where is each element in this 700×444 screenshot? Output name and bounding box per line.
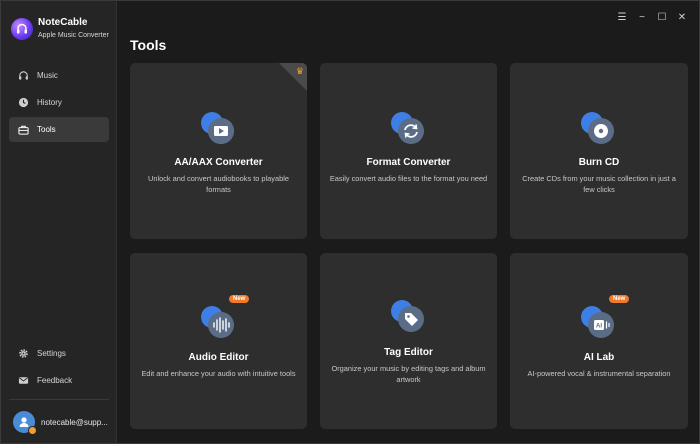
- tool-card-aa-aax-converter[interactable]: ♛ AA/AAX Converter Unlock and convert au…: [130, 63, 307, 239]
- new-badge: New: [229, 295, 250, 303]
- brand: NoteCable Apple Music Converter: [11, 15, 109, 43]
- ai-icon: AI: [579, 303, 619, 343]
- account-email: notecable@supp...: [41, 417, 108, 427]
- crown-icon: ♛: [295, 66, 304, 76]
- tool-card-ai-lab[interactable]: AI New AI Lab AI-powered vocal & instrum…: [510, 253, 688, 429]
- new-badge: New: [609, 295, 630, 303]
- convert-arrows-icon: [389, 109, 429, 149]
- sidebar-item-label: Tools: [37, 125, 56, 134]
- tool-card-format-converter[interactable]: Format Converter Easily convert audio fi…: [320, 63, 497, 239]
- sidebar-item-label: Music: [37, 71, 58, 80]
- menu-icon[interactable]: ☰: [613, 9, 631, 25]
- gear-icon: [17, 348, 29, 360]
- svg-text:AI: AI: [596, 324, 602, 330]
- tool-description: Easily convert audio files to the format…: [329, 174, 488, 183]
- tag-icon: [389, 297, 429, 337]
- tool-card-tag-editor[interactable]: Tag Editor Organize your music by editin…: [320, 253, 497, 429]
- sidebar-item-history[interactable]: History: [9, 90, 109, 115]
- app-name: NoteCable: [38, 17, 88, 28]
- page-title: Tools: [130, 37, 167, 53]
- tool-description: Create CDs from your music collection in…: [522, 174, 676, 194]
- toolbox-icon: [17, 124, 29, 136]
- sidebar-divider: [9, 399, 109, 400]
- disc-icon: [579, 109, 619, 149]
- sidebar: NoteCable Apple Music Converter Music Hi…: [1, 1, 117, 443]
- app-subtitle: Apple Music Converter: [38, 32, 109, 39]
- tool-title: AI Lab: [583, 352, 615, 363]
- sidebar-item-label: History: [37, 98, 62, 107]
- sidebar-nav: Music History Tools: [9, 63, 109, 144]
- tool-title: Tag Editor: [384, 347, 433, 358]
- minimize-button[interactable]: −: [633, 9, 651, 25]
- maximize-button[interactable]: ☐: [653, 9, 671, 25]
- sidebar-item-music[interactable]: Music: [9, 63, 109, 88]
- sidebar-item-feedback[interactable]: Feedback: [9, 368, 109, 393]
- mail-icon: [17, 375, 29, 387]
- app-window: NoteCable Apple Music Converter Music Hi…: [0, 0, 700, 444]
- tool-title: Audio Editor: [188, 352, 249, 363]
- app-logo-icon: [11, 18, 33, 40]
- sidebar-bottom: Settings Feedback: [9, 341, 109, 395]
- waveform-icon: [199, 303, 239, 343]
- window-controls: ☰ − ☐ ✕: [613, 9, 691, 25]
- play-video-icon: [199, 109, 239, 149]
- tool-description: AI-powered vocal & instrumental separati…: [527, 369, 671, 378]
- sidebar-item-tools[interactable]: Tools: [9, 117, 109, 142]
- tool-description: Unlock and convert audiobooks to playabl…: [148, 174, 289, 194]
- premium-badge-icon: [28, 426, 37, 435]
- tool-title: AA/AAX Converter: [174, 157, 263, 168]
- tool-description: Edit and enhance your audio with intuiti…: [141, 369, 296, 378]
- tool-title: Burn CD: [578, 157, 620, 168]
- sidebar-item-label: Settings: [37, 349, 66, 358]
- sidebar-item-label: Feedback: [37, 376, 73, 385]
- close-button[interactable]: ✕: [673, 9, 691, 25]
- clock-icon: [17, 97, 29, 109]
- sidebar-item-settings[interactable]: Settings: [9, 341, 109, 366]
- tool-title: Format Converter: [366, 157, 451, 168]
- avatar: [13, 411, 37, 435]
- account-button[interactable]: notecable@supp...: [13, 409, 113, 435]
- headphones-icon: [17, 70, 29, 82]
- tool-card-audio-editor[interactable]: New Audio Editor Edit and enhance your a…: [130, 253, 307, 429]
- tool-card-burn-cd[interactable]: Burn CD Create CDs from your music colle…: [510, 63, 688, 239]
- tool-description: Organize your music by editing tags and …: [331, 364, 486, 384]
